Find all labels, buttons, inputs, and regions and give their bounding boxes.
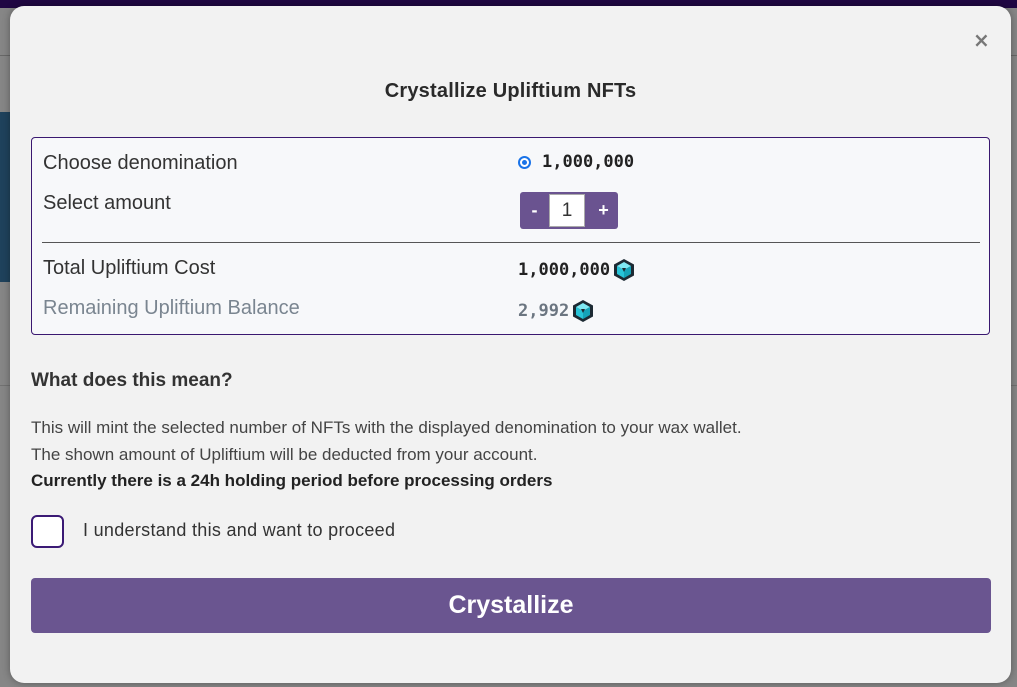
total-cost-value: 1,000,000 bbox=[518, 260, 611, 280]
info-heading: What does this mean? bbox=[31, 370, 233, 391]
denomination-radio[interactable] bbox=[518, 156, 531, 169]
upliftium-gem-icon bbox=[614, 259, 635, 281]
denomination-label: Choose denomination bbox=[43, 152, 238, 174]
decrement-button[interactable]: - bbox=[520, 192, 549, 229]
info-line: This will mint the selected number of NF… bbox=[31, 418, 742, 437]
crystallize-form-panel: Choose denomination 1,000,000 Select amo… bbox=[31, 137, 990, 335]
panel-divider bbox=[42, 242, 980, 243]
increment-button[interactable]: + bbox=[589, 192, 618, 229]
amount-input[interactable]: 1 bbox=[549, 194, 585, 227]
crystallize-button[interactable]: Crystallize bbox=[31, 578, 991, 633]
upliftium-gem-icon bbox=[573, 300, 594, 322]
amount-stepper: - 1 + bbox=[520, 192, 618, 229]
holding-period-notice: Currently there is a 24h holding period … bbox=[31, 471, 553, 490]
amount-label: Select amount bbox=[43, 192, 171, 214]
confirm-checkbox[interactable] bbox=[31, 515, 64, 548]
confirm-checkbox-label[interactable]: I understand this and want to proceed bbox=[83, 520, 395, 541]
info-line: The shown amount of Upliftium will be de… bbox=[31, 445, 538, 464]
modal-title: Crystallize Upliftium NFTs bbox=[384, 80, 637, 102]
denomination-value[interactable]: 1,000,000 bbox=[542, 152, 634, 172]
total-cost-label: Total Upliftium Cost bbox=[43, 257, 216, 279]
total-cost: 1,000,000 bbox=[518, 258, 635, 282]
remaining-balance-label: Remaining Upliftium Balance bbox=[43, 297, 300, 319]
remaining-balance: 2,992 bbox=[518, 299, 594, 323]
close-icon[interactable]: × bbox=[973, 30, 990, 50]
remaining-balance-value: 2,992 bbox=[518, 301, 570, 321]
crystallize-modal: × Crystallize Upliftium NFTs Choose deno… bbox=[10, 6, 1011, 683]
